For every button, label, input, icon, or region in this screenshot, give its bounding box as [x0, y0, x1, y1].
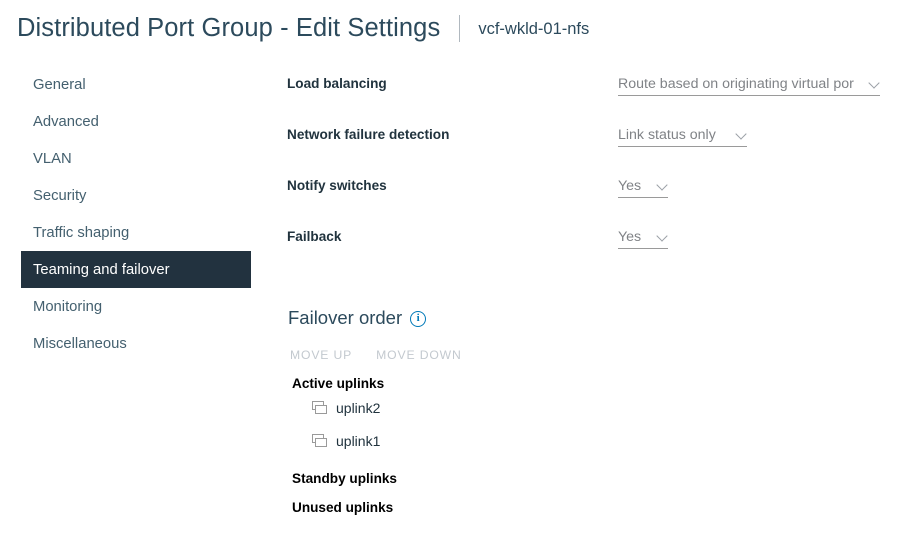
network-failure-detection-select[interactable]: Link status only: [618, 123, 747, 147]
sidebar-item-general[interactable]: General: [0, 66, 248, 103]
uplink-name: uplink1: [336, 433, 380, 449]
page-title: Distributed Port Group - Edit Settings: [17, 14, 440, 43]
sidebar-item-label: Miscellaneous: [33, 336, 127, 352]
dialog-header: Distributed Port Group - Edit Settings v…: [0, 0, 906, 56]
uplink-group-heading: Unused uplinks: [292, 500, 887, 515]
form-row: Load balancing Route based on originating…: [287, 66, 887, 117]
select-value: Yes: [618, 178, 653, 194]
field-label: Network failure detection: [287, 127, 449, 142]
field-label: Failback: [287, 229, 341, 244]
sidebar-item-label: Advanced: [33, 114, 99, 130]
page-subtitle: vcf-wkld-01-nfs: [478, 18, 589, 39]
load-balancing-select[interactable]: Route based on originating virtual por: [618, 72, 880, 96]
teaming-failover-form: Load balancing Route based on originating…: [287, 66, 887, 270]
sidebar-item-label: Security: [33, 188, 86, 204]
move-button-bar: Move up Move down: [290, 348, 887, 362]
chevron-down-icon: [657, 180, 668, 191]
sidebar-item-miscellaneous[interactable]: Miscellaneous: [0, 325, 248, 362]
notify-switches-select[interactable]: Yes: [618, 174, 668, 198]
failover-order-title: Failover order: [288, 307, 402, 329]
failover-order-heading: Failover order i: [288, 305, 887, 331]
move-down-button[interactable]: Move down: [376, 348, 462, 362]
chevron-down-icon: [869, 78, 880, 89]
uplink-groups: Active uplinks uplink2 uplink1 Standby upli…: [287, 376, 887, 515]
sidebar-item-label: General: [33, 77, 86, 93]
sidebar-item-traffic-shaping[interactable]: Traffic shaping: [0, 214, 248, 251]
uplink-group-heading: Standby uplinks: [292, 471, 887, 486]
info-circle-icon[interactable]: i: [410, 311, 426, 327]
sidebar-item-label: Monitoring: [33, 299, 102, 315]
sidebar-item-teaming-and-failover[interactable]: Teaming and failover: [21, 251, 251, 288]
sidebar-item-label: VLAN: [33, 151, 72, 167]
chevron-down-icon: [657, 231, 668, 242]
uplink-name: uplink2: [336, 400, 380, 416]
sidebar-item-vlan[interactable]: VLAN: [0, 140, 248, 177]
move-up-button[interactable]: Move up: [290, 348, 352, 362]
sidebar-item-label: Teaming and failover: [33, 262, 170, 278]
network-adapter-icon: [312, 401, 328, 415]
title-divider: [459, 15, 460, 42]
form-row: Notify switches Yes: [287, 168, 887, 219]
field-label: Load balancing: [287, 76, 387, 91]
failover-order-section: Failover order i Move up Move down Activ…: [287, 305, 887, 515]
chevron-down-icon: [736, 129, 747, 140]
form-row: Network failure detection Link status onl…: [287, 117, 887, 168]
uplink-row[interactable]: uplink1: [312, 424, 887, 457]
sidebar-item-security[interactable]: Security: [0, 177, 248, 214]
field-label: Notify switches: [287, 178, 387, 193]
select-value: Link status only: [618, 127, 732, 143]
sidebar-item-advanced[interactable]: Advanced: [0, 103, 248, 140]
network-adapter-icon: [312, 434, 328, 448]
select-value: Route based on originating virtual por: [618, 76, 865, 92]
form-row: Failback Yes: [287, 219, 887, 270]
select-value: Yes: [618, 229, 653, 245]
uplink-row[interactable]: uplink2: [312, 391, 887, 424]
sidebar-item-monitoring[interactable]: Monitoring: [0, 288, 248, 325]
failback-select[interactable]: Yes: [618, 225, 668, 249]
uplink-group-heading: Active uplinks: [292, 376, 887, 391]
sidebar-item-label: Traffic shaping: [33, 225, 129, 241]
settings-sidebar: General Advanced VLAN Security Traffic shapi…: [0, 66, 248, 362]
